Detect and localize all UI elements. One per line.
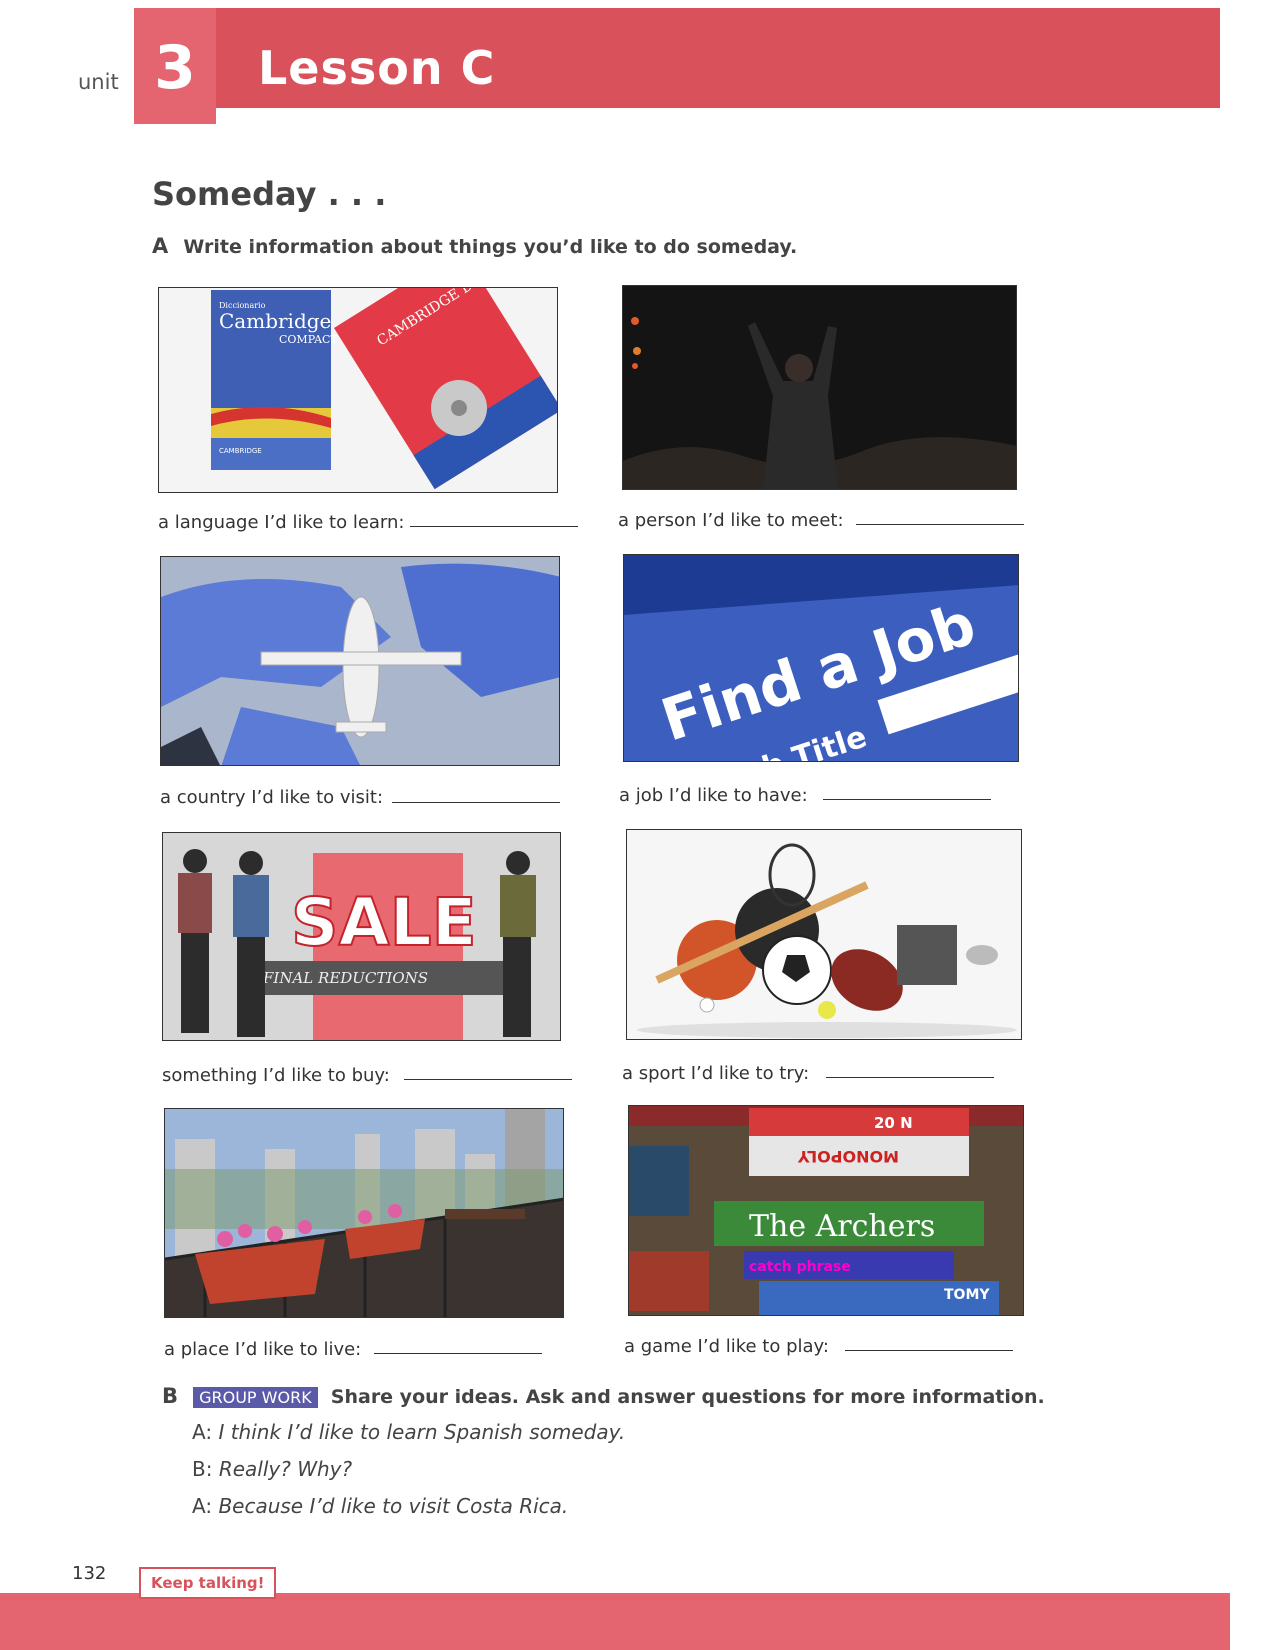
dialog-speaker: A:: [192, 1494, 213, 1518]
exercise-a-instruction: Write information about things you’d lik…: [183, 236, 798, 258]
exercise-b-instruction: Share your ideas. Ask and answer questio…: [330, 1386, 1045, 1408]
answer-line-country[interactable]: [392, 802, 560, 803]
dialog-line-3: A: Because I’d like to visit Costa Rica.: [192, 1494, 568, 1518]
answer-line-sport[interactable]: [826, 1077, 994, 1078]
page-number: 132: [72, 1563, 107, 1584]
unit-label: unit: [78, 70, 119, 94]
group-work-badge: GROUP WORK: [193, 1387, 318, 1408]
tomy-text: TOMY: [944, 1287, 990, 1303]
dict-brand-text: Cambridge: [219, 309, 331, 333]
section-title: Someday . . .: [152, 175, 387, 213]
final-reductions-text: FINAL REDUCTIONS: [262, 969, 428, 987]
answer-line-language[interactable]: [410, 526, 578, 527]
catch-phrase-text: catch phrase: [749, 1259, 851, 1275]
footer-bar: [0, 1593, 1230, 1650]
answer-line-live[interactable]: [374, 1353, 542, 1354]
dictionaries-photo: Diccionario Cambridge COMPACT CAMBRIDGE …: [158, 287, 558, 493]
caption-buy: something I’d like to buy:: [162, 1065, 390, 1086]
keep-talking-tab: Keep talking!: [139, 1567, 277, 1599]
dialog-line-1: A: I think I’d like to learn Spanish som…: [192, 1420, 625, 1444]
caption-language: a language I’d like to learn:: [158, 512, 405, 533]
exercise-b-heading: B GROUP WORK Share your ideas. Ask and a…: [162, 1384, 1045, 1408]
exercise-b-letter: B: [162, 1384, 179, 1408]
dialog-text: I think I’d like to learn Spanish someda…: [218, 1420, 626, 1444]
caption-live: a place I’d like to live:: [164, 1339, 362, 1360]
answer-line-game[interactable]: [845, 1350, 1013, 1351]
monopoly-text: MONOPOLY: [797, 1147, 899, 1166]
archers-text: The Archers: [749, 1209, 935, 1244]
city-balcony-photo: [164, 1108, 564, 1318]
store-sale-window-photo: SALE FINAL REDUCTIONS: [162, 832, 561, 1041]
dialog-text: Really? Why?: [218, 1457, 353, 1481]
answer-line-buy[interactable]: [404, 1079, 572, 1080]
caption-game: a game I’d like to play:: [624, 1336, 829, 1357]
caption-country: a country I’d like to visit:: [160, 787, 384, 808]
exercise-a-heading: A Write information about things you’d l…: [152, 234, 797, 258]
answer-line-person[interactable]: [856, 524, 1024, 525]
caption-person: a person I’d like to meet:: [618, 510, 844, 531]
dialog-speaker: A:: [192, 1420, 213, 1444]
unit-number: 3: [154, 33, 196, 103]
find-a-job-photo: Find a Job b Title: [623, 554, 1019, 762]
sale-text: SALE: [291, 884, 477, 961]
price-text: 20 N: [874, 1114, 913, 1132]
dialog-speaker: B:: [192, 1457, 213, 1481]
concert-singer-photo: [622, 285, 1017, 490]
dialog-text: Because I’d like to visit Costa Rica.: [218, 1494, 569, 1518]
dialog-line-2: B: Really? Why?: [192, 1457, 352, 1481]
answer-line-job[interactable]: [823, 799, 991, 800]
airplane-world-map-photo: [160, 556, 560, 766]
sports-equipment-photo: [626, 829, 1022, 1040]
caption-job: a job I’d like to have:: [619, 785, 808, 806]
exercise-a-letter: A: [152, 234, 169, 258]
dict-logo-text: CAMBRIDGE: [219, 447, 262, 455]
caption-sport: a sport I’d like to try:: [622, 1063, 810, 1084]
board-games-photo: 20 N MONOPOLY The Archers catch phrase T…: [628, 1105, 1024, 1316]
dict-compact-text: COMPACT: [279, 333, 338, 346]
lesson-title: Lesson C: [258, 41, 496, 95]
